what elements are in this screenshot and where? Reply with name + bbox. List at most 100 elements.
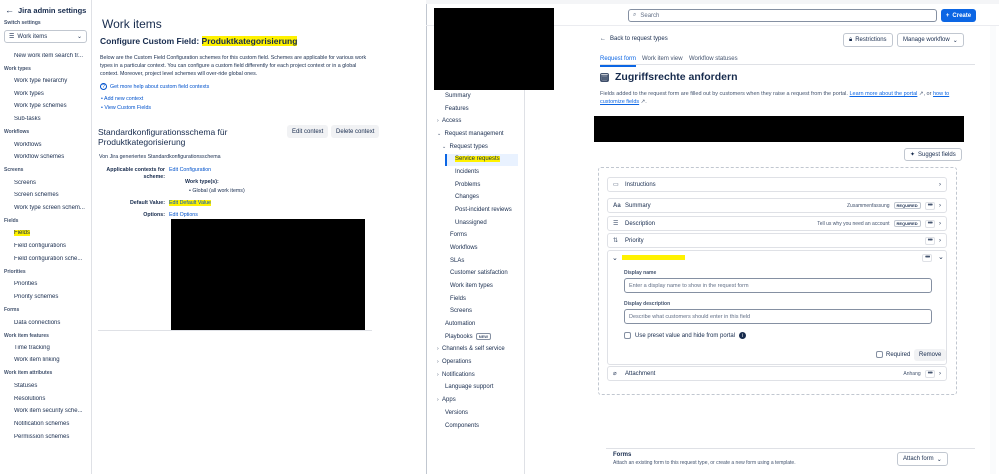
nav-access[interactable]: › Access bbox=[437, 118, 461, 124]
paragraph-icon: ☰ bbox=[613, 221, 619, 227]
manage-workflow-button[interactable]: Manage workflow ⌄ bbox=[897, 33, 964, 47]
field-row-description[interactable]: ☰ Description Tell us why you need an ac… bbox=[607, 216, 947, 231]
add-context-link[interactable]: • Add new context bbox=[101, 96, 143, 102]
field-row-summary[interactable]: Aa Summary Zusammenfassung REQUIRED ••• … bbox=[607, 198, 947, 213]
tab-workflow-statuses[interactable]: Workflow statuses bbox=[689, 56, 738, 62]
nav-playbooks[interactable]: Playbooks NEW bbox=[445, 333, 492, 340]
sidebar-item[interactable]: Field configuration sche... bbox=[14, 256, 90, 262]
create-label: Create bbox=[952, 12, 972, 19]
sidebar-item[interactable]: Work types bbox=[14, 91, 90, 97]
field-row-attachment[interactable]: ⌀ Attachment Anhang ••• › bbox=[607, 366, 947, 381]
sidebar-item[interactable]: Field configurations bbox=[14, 243, 90, 249]
required-checkbox[interactable] bbox=[876, 351, 883, 358]
attach-form-button[interactable]: Attach form ⌄ bbox=[897, 452, 948, 466]
sidebar-item[interactable]: Work item linking bbox=[14, 357, 90, 363]
more-icon[interactable]: ••• bbox=[924, 201, 935, 210]
chevron-down-icon: ⌄ bbox=[76, 34, 82, 40]
delete-context-button[interactable]: Delete context bbox=[331, 125, 380, 138]
nav-components[interactable]: Components bbox=[445, 423, 479, 429]
new-badge: NEW bbox=[475, 333, 492, 340]
nav-summary[interactable]: Summary bbox=[445, 93, 471, 99]
nav-service-requests[interactable]: Service requests bbox=[455, 156, 500, 162]
back-link-label: Back to request types bbox=[610, 36, 668, 42]
sidebar-item-fields[interactable]: Fields bbox=[14, 230, 90, 236]
sidebar-item[interactable]: Screens bbox=[14, 180, 90, 186]
nav-request-management[interactable]: ⌄ Request management bbox=[437, 131, 504, 137]
edit-context-button[interactable]: Edit context bbox=[287, 125, 329, 138]
scrollbar[interactable] bbox=[990, 26, 996, 474]
nav-slas[interactable]: SLAs bbox=[450, 258, 464, 264]
nav-versions[interactable]: Versions bbox=[445, 410, 468, 416]
sidebar-item[interactable]: Screen schemes bbox=[14, 192, 90, 198]
nav-problems[interactable]: Problems bbox=[455, 182, 480, 188]
sidebar-heading: Work item features bbox=[4, 333, 49, 339]
create-button[interactable]: + Create bbox=[941, 9, 976, 22]
nav-workflows[interactable]: Workflows bbox=[450, 245, 478, 251]
nav-screens[interactable]: Screens bbox=[450, 308, 472, 314]
more-icon[interactable]: ••• bbox=[922, 254, 933, 262]
nav-incidents[interactable]: Incidents bbox=[455, 169, 479, 175]
sidebar-item[interactable]: Sub-tasks bbox=[14, 116, 90, 122]
edit-default-value-link[interactable]: Edit Default Value bbox=[169, 200, 212, 206]
required-label: Required bbox=[886, 351, 911, 358]
nav-language-support[interactable]: Language support bbox=[445, 384, 493, 390]
display-description-input[interactable]: Describe what customers should enter in … bbox=[624, 309, 932, 324]
view-fields-link[interactable]: • View Custom Fields bbox=[101, 105, 151, 111]
edit-options-link[interactable]: Edit Options bbox=[169, 212, 198, 218]
nav-features[interactable]: Features bbox=[445, 106, 469, 112]
sidebar-item[interactable]: Notification schemes bbox=[14, 421, 90, 427]
sidebar-item[interactable]: Workflow schemes bbox=[14, 154, 90, 160]
remove-button[interactable]: Remove bbox=[914, 349, 947, 361]
back-to-admin-link[interactable]: ← Jira admin settings bbox=[5, 5, 86, 15]
nav-apps[interactable]: › Apps bbox=[437, 397, 456, 403]
nav-work-item-types[interactable]: Work item types bbox=[450, 283, 493, 289]
nav-request-types[interactable]: ⌄ Request types bbox=[442, 144, 488, 150]
chevron-down-icon[interactable]: ⌄ bbox=[938, 253, 944, 261]
nav-channels[interactable]: › Channels & self service bbox=[437, 346, 505, 352]
suggest-fields-button[interactable]: ✦ Suggest fields bbox=[904, 148, 962, 161]
sidebar-item[interactable]: Work type schemes bbox=[14, 103, 90, 109]
more-icon[interactable]: ••• bbox=[924, 236, 935, 245]
nav-changes[interactable]: Changes bbox=[455, 194, 479, 200]
sidebar-item[interactable]: Workflows bbox=[14, 142, 90, 148]
required-option[interactable]: Required bbox=[876, 351, 910, 358]
edit-configuration-link[interactable]: Edit Configuration bbox=[169, 167, 211, 173]
display-name-input[interactable]: Enter a display name to show in the requ… bbox=[624, 278, 932, 293]
more-icon[interactable]: ••• bbox=[924, 369, 935, 378]
learn-portal-link[interactable]: Learn more about the portal bbox=[849, 91, 917, 97]
nav-notifications[interactable]: › Notifications bbox=[437, 372, 475, 378]
sidebar-item[interactable]: Resolutions bbox=[14, 396, 90, 402]
sidebar-item[interactable]: Work type screen schem... bbox=[14, 205, 90, 211]
sidebar-item[interactable]: Statuses bbox=[14, 383, 90, 389]
preset-value-option[interactable]: Use preset value and hide from portal i bbox=[624, 332, 747, 339]
sidebar-item[interactable]: Work type hierarchy bbox=[14, 78, 90, 84]
help-link[interactable]: ? Get more help about custom field conte… bbox=[100, 83, 209, 90]
nav-post-incident[interactable]: Post-incident reviews bbox=[455, 207, 512, 213]
settings-select[interactable]: ☰ Work items ⌄ bbox=[4, 30, 87, 43]
sidebar-item[interactable]: Time tracking bbox=[14, 345, 90, 351]
tab-work-item-view[interactable]: Work item view bbox=[642, 56, 683, 62]
restrictions-button[interactable]: 🔒︎ Restrictions bbox=[843, 33, 893, 47]
preset-checkbox[interactable] bbox=[624, 332, 631, 339]
search-input[interactable]: ⌕ Search bbox=[628, 9, 937, 22]
field-row-instructions[interactable]: ▭ Instructions › bbox=[607, 177, 947, 192]
nav-automation[interactable]: Automation bbox=[445, 321, 475, 327]
sidebar-item[interactable]: Priorities bbox=[14, 281, 90, 287]
sidebar-item[interactable]: Work item security sche... bbox=[14, 408, 90, 414]
sidebar-item[interactable]: Permission schemes bbox=[14, 434, 90, 440]
field-row-priority[interactable]: ⇅ Priority ••• › bbox=[607, 233, 947, 248]
nav-operations[interactable]: › Operations bbox=[437, 359, 471, 365]
nav-forms[interactable]: Forms bbox=[450, 232, 467, 238]
sidebar-item-new-search[interactable]: New work item search tr... bbox=[14, 53, 90, 59]
nav-access-label: Access bbox=[442, 118, 462, 124]
nav-fields[interactable]: Fields bbox=[450, 296, 466, 302]
nav-unassigned[interactable]: Unassigned bbox=[455, 220, 487, 226]
sidebar-item[interactable]: Priority schemes bbox=[14, 294, 90, 300]
tab-request-form[interactable]: Request form bbox=[600, 56, 637, 67]
more-icon[interactable]: ••• bbox=[924, 219, 935, 228]
back-to-request-types-link[interactable]: ← Back to request types bbox=[600, 36, 668, 42]
sidebar-item[interactable]: Data connections bbox=[14, 320, 90, 326]
sidebar-heading: Fields bbox=[4, 218, 19, 224]
nav-customer-satisfaction[interactable]: Customer satisfaction bbox=[450, 270, 508, 276]
help-icon: ? bbox=[100, 83, 107, 90]
